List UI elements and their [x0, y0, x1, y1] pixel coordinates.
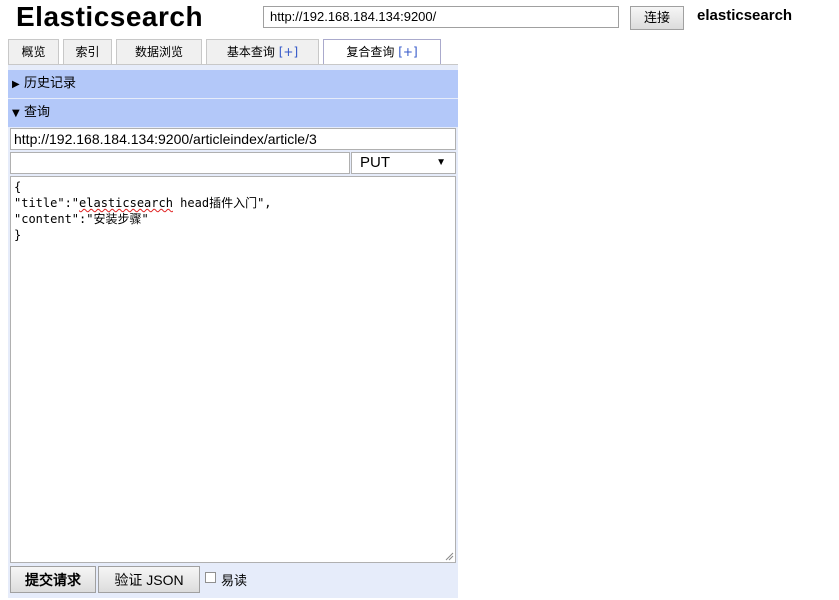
- tab-label: 数据浏览: [134, 45, 183, 59]
- tab-indices[interactable]: 索引: [63, 39, 112, 64]
- query-panel: ▶ 历史记录 ▼ 查询 http://192.168.184.134:9200/ar…: [8, 65, 458, 598]
- collapse-down-icon: ▼: [12, 108, 20, 119]
- app-title: Elasticsearch: [16, 1, 204, 32]
- body-text: head插件入门",: [172, 196, 272, 210]
- connect-button[interactable]: 连接: [630, 6, 684, 30]
- pretty-print-label: 易读: [221, 574, 248, 589]
- http-method-select[interactable]: PUT ▼: [351, 152, 456, 174]
- request-path-input[interactable]: [10, 152, 350, 174]
- tab-browser[interactable]: 数据浏览: [116, 39, 202, 64]
- submit-request-button[interactable]: 提交请求: [10, 566, 96, 593]
- cluster-url-input[interactable]: http://192.168.184.134:9200/: [263, 6, 619, 28]
- app-header: Elasticsearch http://192.168.184.134:920…: [0, 0, 839, 38]
- tab-add-icon[interactable]: [+]: [398, 45, 417, 59]
- tab-basic-query[interactable]: 基本查询 [+]: [206, 39, 319, 64]
- query-section-header[interactable]: ▼ 查询: [8, 99, 458, 127]
- request-body-editor[interactable]: {"title":"elasticsearch head插件入门", "conte…: [10, 176, 456, 563]
- query-label: 查询: [24, 105, 51, 120]
- tab-overview[interactable]: 概览: [8, 39, 59, 64]
- cluster-name: elasticsearch: [697, 7, 793, 24]
- history-section-header[interactable]: ▶ 历史记录: [8, 70, 458, 98]
- body-line: {: [14, 180, 22, 194]
- request-url-input[interactable]: http://192.168.184.134:9200/articleindex…: [10, 128, 456, 150]
- tab-compound-query[interactable]: 复合查询 [+]: [323, 39, 441, 65]
- expand-right-icon: ▶: [12, 79, 20, 90]
- history-label: 历史记录: [24, 76, 77, 91]
- tab-label: 概览: [21, 45, 46, 59]
- body-text: "title":": [14, 196, 80, 210]
- tab-add-icon[interactable]: [+]: [279, 45, 298, 59]
- body-line: "title":"elasticsearch head插件入门",: [14, 195, 452, 211]
- body-line: "content":"安装步骤": [14, 212, 149, 226]
- spellcheck-word: elasticsearch: [79, 196, 173, 210]
- tab-label: 索引: [75, 45, 100, 59]
- validate-json-button[interactable]: 验证 JSON: [98, 566, 200, 593]
- http-method-value: PUT: [360, 154, 390, 171]
- tab-label: 复合查询: [346, 45, 399, 59]
- resize-grip-icon[interactable]: [444, 551, 454, 561]
- body-line: }: [14, 228, 22, 242]
- pretty-print-checkbox[interactable]: [205, 572, 216, 583]
- dropdown-arrow-icon: ▼: [436, 157, 446, 168]
- tab-label: 基本查询: [226, 45, 279, 59]
